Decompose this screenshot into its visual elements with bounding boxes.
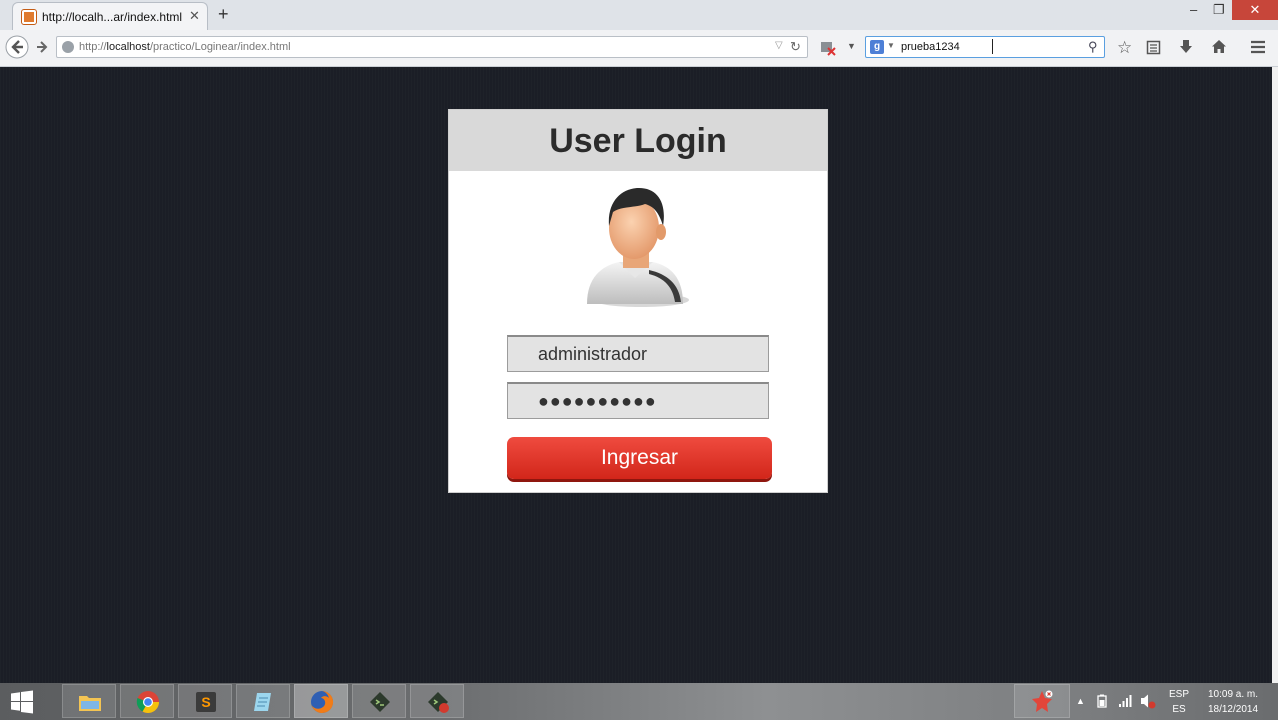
browser-tab[interactable]: http://localh...ar/index.html ✕: [12, 2, 208, 30]
battery-icon[interactable]: [1095, 694, 1109, 708]
password-field[interactable]: [507, 382, 769, 419]
navigation-bar: http://localhost/practico/Loginear/index…: [0, 30, 1278, 67]
sublime-text-icon: S: [196, 692, 216, 712]
scrollbar-gutter: [1272, 67, 1278, 683]
system-clock[interactable]: 10:09 a. m. 18/12/2014: [1200, 687, 1266, 717]
taskbar-notepad[interactable]: [236, 684, 290, 718]
clock-date: 18/12/2014: [1207, 704, 1259, 715]
tab-title: http://localh...ar/index.html: [42, 10, 183, 24]
restore-button[interactable]: ❐: [1213, 2, 1225, 18]
signal-icon[interactable]: [1118, 694, 1133, 708]
username-field[interactable]: [507, 335, 769, 372]
back-button[interactable]: [5, 35, 29, 59]
windows-start-icon[interactable]: [10, 690, 34, 714]
site-identity-icon[interactable]: [62, 41, 74, 53]
show-hidden-icons[interactable]: ▲: [1076, 696, 1085, 706]
pinned-app-icon: [1032, 690, 1053, 712]
page-title: User Login: [549, 122, 727, 160]
tab-bar: http://localh...ar/index.html ✕ + ‒ ❐ ✕: [0, 0, 1278, 30]
bookmarks-menu-icon[interactable]: [1146, 40, 1161, 55]
downloads-icon[interactable]: [1179, 39, 1193, 55]
terminal-stop-icon: [428, 692, 449, 713]
addon-icon[interactable]: [819, 39, 837, 57]
taskbar-terminal-app-2[interactable]: [410, 684, 464, 718]
search-go-icon[interactable]: ⚲: [1088, 39, 1098, 55]
svg-text:S: S: [201, 694, 210, 710]
close-window-button[interactable]: ✕: [1232, 0, 1278, 20]
login-button[interactable]: Ingresar: [507, 437, 772, 479]
taskbar-file-explorer[interactable]: [62, 684, 116, 718]
bookmark-star-icon[interactable]: ☆: [1117, 38, 1132, 58]
addon-dropdown-icon[interactable]: ▼: [847, 41, 856, 51]
forward-button[interactable]: [35, 40, 49, 54]
search-box[interactable]: g ▼ prueba1234 ⚲: [865, 36, 1105, 58]
new-tab-button[interactable]: +: [218, 4, 229, 25]
taskbar-chrome[interactable]: [120, 684, 174, 718]
address-bar[interactable]: http://localhost/practico/Loginear/index…: [56, 36, 808, 58]
notepad-icon: [254, 693, 271, 711]
reload-icon[interactable]: ↻: [790, 39, 801, 55]
terminal-icon: [370, 692, 390, 712]
input-language[interactable]: ESP ES: [1168, 687, 1190, 717]
login-card: User Login Ingresar: [448, 109, 828, 493]
login-header: User Login: [449, 110, 827, 171]
firefox-icon: [311, 690, 334, 713]
engine-dropdown-icon[interactable]: ▼: [887, 41, 895, 50]
text-cursor: [992, 39, 993, 54]
menu-icon[interactable]: [1250, 40, 1266, 54]
clock-time: 10:09 a. m.: [1207, 689, 1259, 700]
close-tab-icon[interactable]: ✕: [189, 8, 200, 24]
taskbar-pinned-app[interactable]: [1014, 684, 1070, 718]
page-favicon-icon: [21, 9, 37, 25]
search-input[interactable]: prueba1234: [901, 41, 960, 53]
volume-icon[interactable]: [1140, 693, 1156, 709]
taskbar: S ▲ ESP ES 10:09 a. m. 18/12/2014: [0, 683, 1278, 720]
chrome-icon: [136, 691, 159, 713]
taskbar-terminal-app[interactable]: [352, 684, 406, 718]
folder-icon: [79, 696, 101, 711]
taskbar-firefox[interactable]: [294, 684, 348, 718]
user-avatar-icon: [587, 188, 689, 307]
taskbar-sublime-text[interactable]: S: [178, 684, 232, 718]
history-dropdown-icon[interactable]: ▽: [775, 40, 783, 51]
google-engine-icon[interactable]: g: [870, 40, 884, 54]
url-text: http://localhost/practico/Loginear/index…: [79, 41, 291, 53]
home-icon[interactable]: [1211, 39, 1227, 54]
minimize-button[interactable]: ‒: [1190, 2, 1197, 17]
